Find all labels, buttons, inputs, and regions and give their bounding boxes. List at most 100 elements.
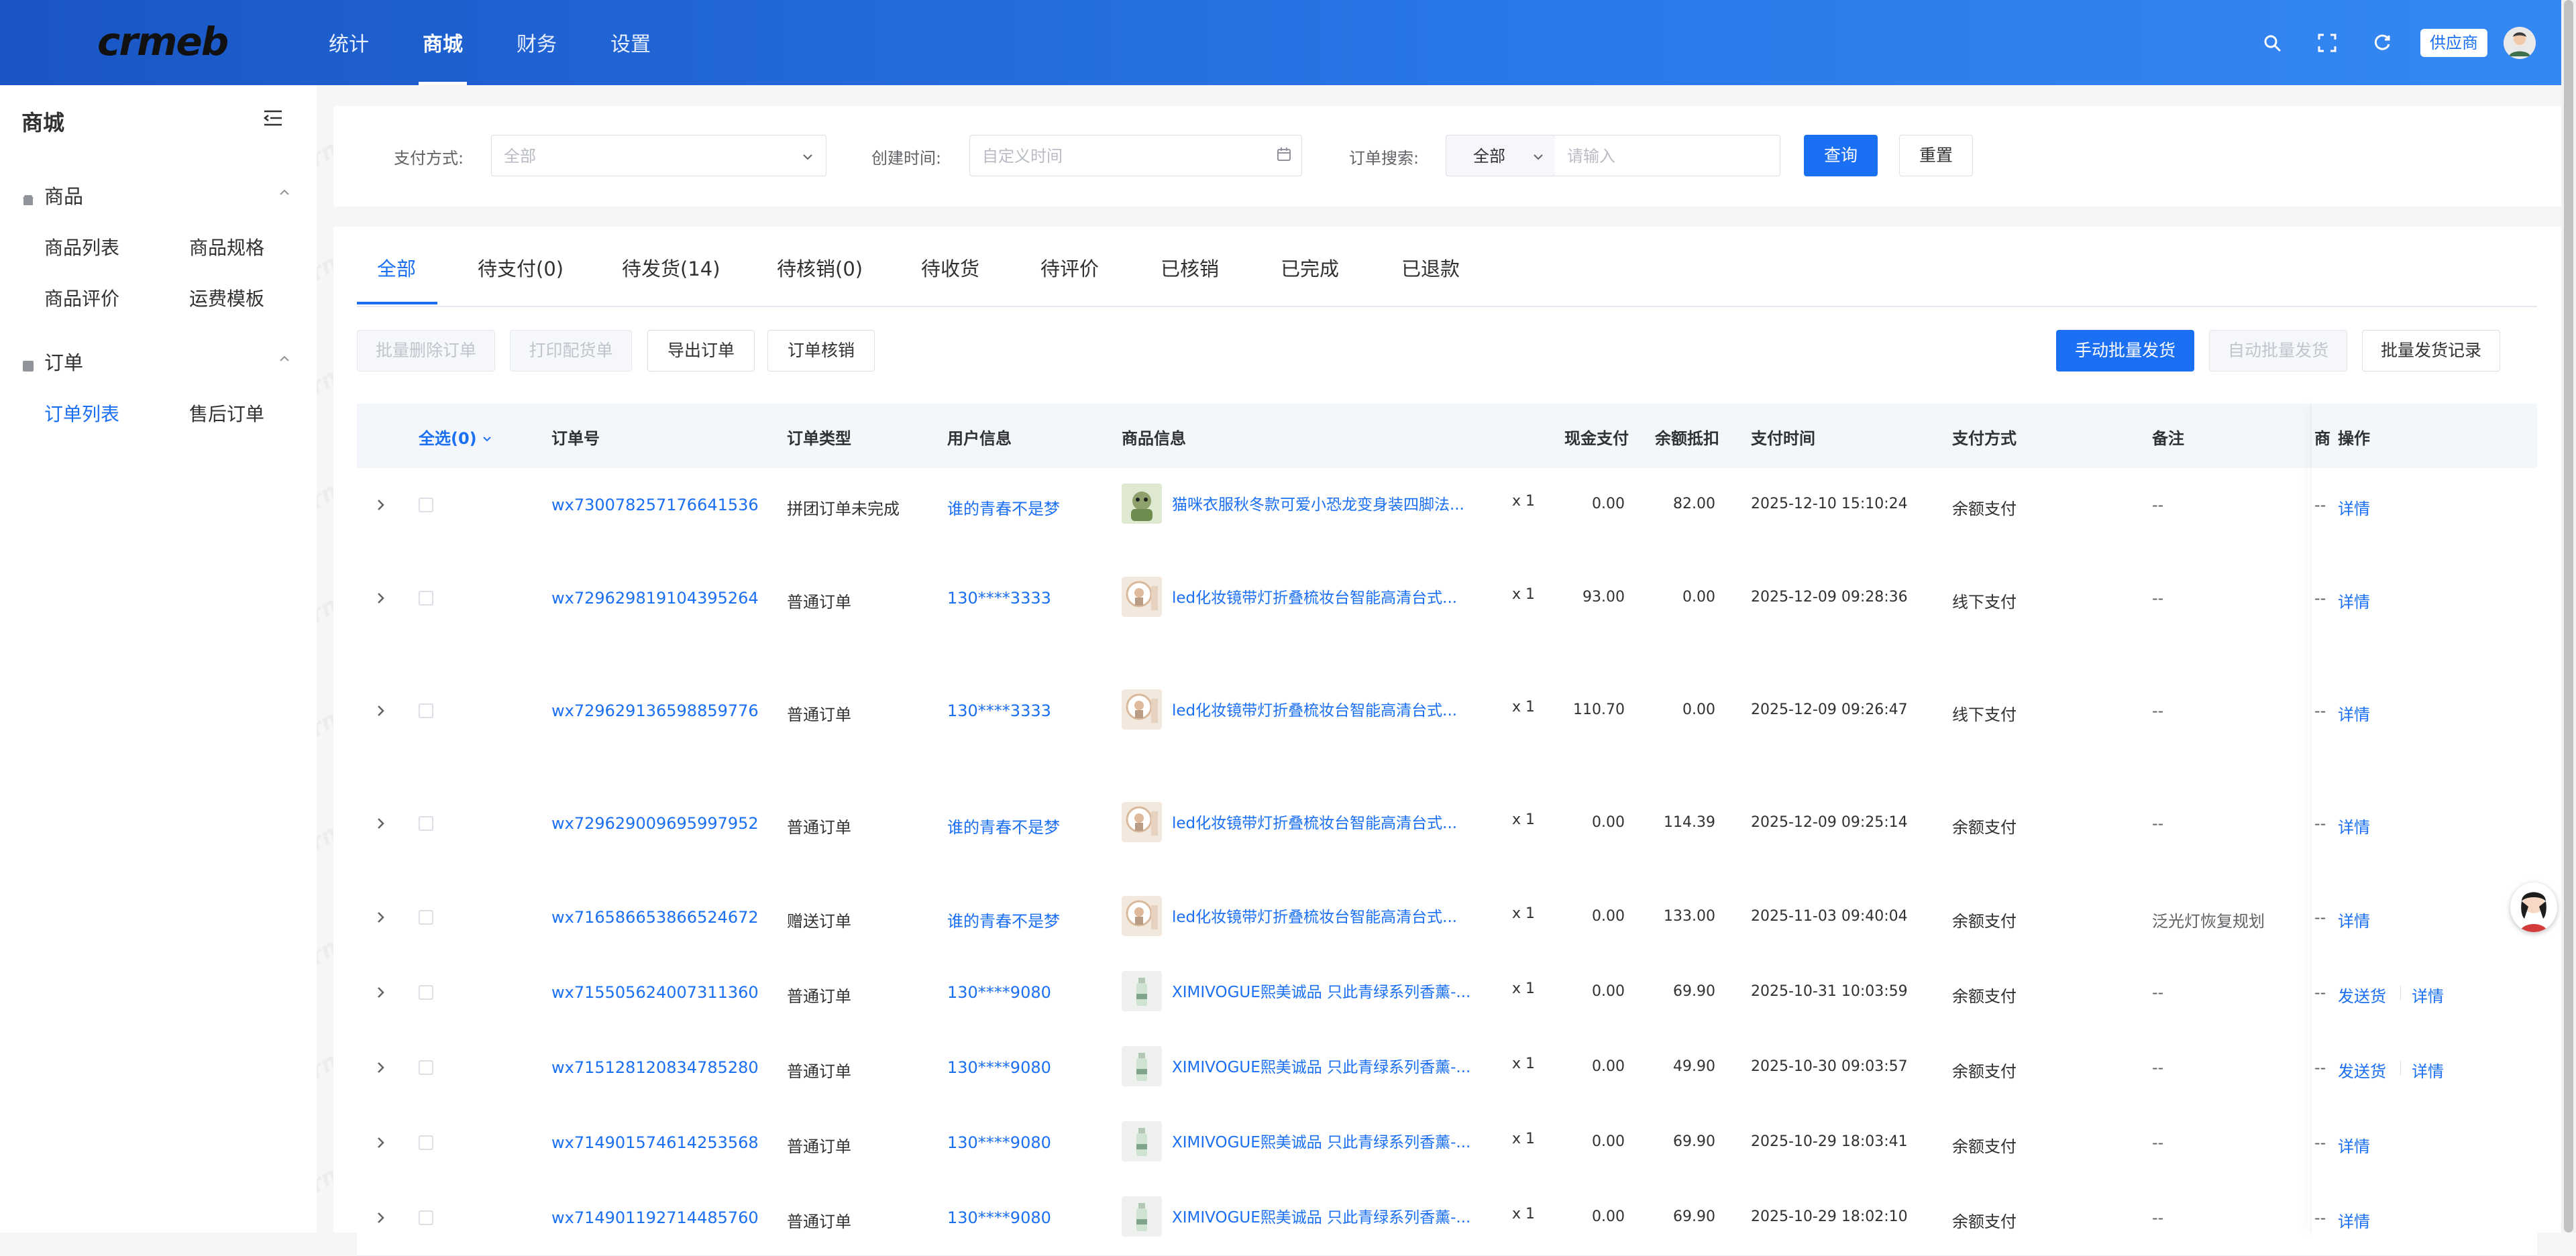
order-no-link[interactable]: wx729629009695997952 (551, 814, 759, 833)
order-no-link[interactable]: wx729629819104395264 (551, 589, 759, 608)
detail-link[interactable]: 详情 (2338, 908, 2370, 931)
order-no-link[interactable]: wx715128120834785280 (551, 1058, 759, 1077)
user-link[interactable]: 130****3333 (947, 701, 1051, 720)
expand-row-icon[interactable] (373, 1135, 388, 1150)
nav-settings[interactable]: 设置 (610, 0, 651, 85)
detail-link[interactable]: 详情 (2338, 496, 2370, 519)
user-link[interactable]: 谁的青春不是梦 (947, 814, 1060, 838)
scrollbar-thumb[interactable] (2564, 0, 2573, 1233)
support-avatar[interactable] (2510, 882, 2557, 932)
tab-completed[interactable]: 已完成 (1281, 253, 1339, 282)
detail-link[interactable]: 详情 (2338, 589, 2370, 612)
menu-collapse-icon[interactable] (263, 109, 283, 127)
order-no-link[interactable]: wx729629136598859776 (551, 701, 759, 720)
order-verify-button[interactable]: 订单核销 (767, 330, 875, 372)
tab-all[interactable]: 全部 (377, 253, 416, 282)
row-checkbox[interactable] (419, 703, 433, 718)
user-link[interactable]: 130****3333 (947, 589, 1051, 608)
expand-row-icon[interactable] (373, 1060, 388, 1075)
row-checkbox[interactable] (419, 498, 433, 512)
order-no-link[interactable]: wx715505624007311360 (551, 983, 759, 1002)
expand-row-icon[interactable] (373, 498, 388, 512)
detail-link[interactable]: 详情 (2338, 1208, 2370, 1232)
row-checkbox[interactable] (419, 910, 433, 925)
sidebar-group-product[interactable]: 商品 (21, 181, 83, 209)
expand-row-icon[interactable] (373, 910, 388, 925)
product-name-link[interactable]: led化妆镜带灯折叠梳妆台智能高清台式... (1172, 697, 1457, 720)
user-link[interactable]: 谁的青春不是梦 (947, 908, 1060, 931)
auto-batch-ship-button[interactable]: 自动批量发货 (2209, 330, 2347, 372)
row-checkbox[interactable] (419, 591, 433, 606)
sidebar-item-shipping-template[interactable]: 运费模板 (189, 284, 264, 311)
order-no-link[interactable]: wx714901192714485760 (551, 1208, 759, 1227)
tab-pending-receipt[interactable]: 待收货 (921, 253, 979, 282)
export-orders-button[interactable]: 导出订单 (647, 330, 755, 372)
user-link[interactable]: 130****9080 (947, 1133, 1051, 1152)
supplier-button[interactable]: 供应商 (2420, 28, 2487, 57)
print-picking-button[interactable]: 打印配货单 (510, 330, 632, 372)
select-all-dropdown[interactable]: 全选(0) (419, 425, 492, 449)
user-link[interactable]: 130****9080 (947, 1058, 1051, 1077)
sidebar-item-after-sales[interactable]: 售后订单 (189, 400, 264, 426)
sidebar-item-product-spec[interactable]: 商品规格 (189, 233, 264, 260)
user-link[interactable]: 谁的青春不是梦 (947, 496, 1060, 519)
row-checkbox[interactable] (419, 1060, 433, 1075)
row-checkbox[interactable] (419, 1210, 433, 1225)
expand-row-icon[interactable] (373, 816, 388, 831)
product-name-link[interactable]: XIMIVOGUE熙美诚品 只此青绿系列香薰-... (1172, 1204, 1470, 1227)
brand-logo[interactable]: crmeb (97, 19, 229, 64)
expand-row-icon[interactable] (373, 703, 388, 718)
user-link[interactable]: 130****9080 (947, 1208, 1051, 1227)
page-scrollbar[interactable] (2561, 0, 2576, 1233)
query-button[interactable]: 查询 (1804, 135, 1878, 176)
expand-row-icon[interactable] (373, 985, 388, 1000)
batch-ship-records-button[interactable]: 批量发货记录 (2362, 330, 2500, 372)
detail-link[interactable]: 详情 (2338, 814, 2370, 838)
tab-pending-shipment[interactable]: 待发货(14) (622, 253, 720, 282)
reset-button[interactable]: 重置 (1899, 135, 1973, 176)
ship-link[interactable]: 发送货 (2338, 1058, 2386, 1082)
order-search-input[interactable]: 请输入 (1555, 135, 1780, 176)
tab-refunded[interactable]: 已退款 (1401, 253, 1460, 282)
ship-link[interactable]: 发送货 (2338, 983, 2386, 1007)
product-name-link[interactable]: led化妆镜带灯折叠梳妆台智能高清台式... (1172, 810, 1457, 833)
product-name-link[interactable]: XIMIVOGUE熙美诚品 只此青绿系列香薰-... (1172, 1129, 1470, 1152)
nav-finance[interactable]: 财务 (517, 0, 557, 85)
order-no-link[interactable]: wx714901574614253568 (551, 1133, 759, 1152)
pay-method-select[interactable]: 全部 (491, 135, 826, 176)
expand-row-icon[interactable] (373, 1210, 388, 1225)
product-name-link[interactable]: 猫咪衣服秋冬款可爱小恐龙变身装四脚法... (1172, 492, 1464, 514)
tab-pending-verify[interactable]: 待核销(0) (777, 253, 863, 282)
batch-delete-button[interactable]: 批量删除订单 (357, 330, 495, 372)
expand-row-icon[interactable] (373, 591, 388, 606)
row-checkbox[interactable] (419, 1135, 433, 1150)
sidebar-item-order-list[interactable]: 订单列表 (44, 400, 119, 426)
nav-mall[interactable]: 商城 (419, 0, 467, 85)
sidebar-item-product-list[interactable]: 商品列表 (44, 233, 119, 260)
row-checkbox[interactable] (419, 816, 433, 831)
tab-pending-review[interactable]: 待评价 (1040, 253, 1099, 282)
detail-link[interactable]: 详情 (2412, 1058, 2444, 1082)
detail-link[interactable]: 详情 (2338, 701, 2370, 725)
user-link[interactable]: 130****9080 (947, 983, 1051, 1002)
product-name-link[interactable]: XIMIVOGUE熙美诚品 只此青绿系列香薰-... (1172, 979, 1470, 1002)
manual-batch-ship-button[interactable]: 手动批量发货 (2056, 330, 2194, 372)
tab-pending-payment[interactable]: 待支付(0) (478, 253, 564, 282)
user-avatar[interactable] (2504, 26, 2536, 59)
detail-link[interactable]: 详情 (2338, 1133, 2370, 1157)
fullscreen-icon[interactable] (2313, 29, 2341, 57)
order-no-link[interactable]: wx716586653866524672 (551, 908, 759, 927)
order-no-link[interactable]: wx730078257176641536 (551, 496, 759, 514)
search-icon[interactable] (2258, 29, 2286, 57)
sidebar-group-order[interactable]: 订单 (21, 347, 83, 376)
product-name-link[interactable]: XIMIVOGUE熙美诚品 只此青绿系列香薰-... (1172, 1054, 1470, 1077)
detail-link[interactable]: 详情 (2412, 983, 2444, 1007)
search-scope-select[interactable]: 全部 (1446, 135, 1556, 176)
product-name-link[interactable]: led化妆镜带灯折叠梳妆台智能高清台式... (1172, 904, 1457, 927)
product-name-link[interactable]: led化妆镜带灯折叠梳妆台智能高清台式... (1172, 585, 1457, 608)
tab-verified[interactable]: 已核销 (1161, 253, 1219, 282)
date-range-input[interactable]: 自定义时间 (969, 135, 1302, 176)
nav-stats[interactable]: 统计 (329, 0, 369, 85)
row-checkbox[interactable] (419, 985, 433, 1000)
refresh-icon[interactable] (2368, 29, 2396, 57)
